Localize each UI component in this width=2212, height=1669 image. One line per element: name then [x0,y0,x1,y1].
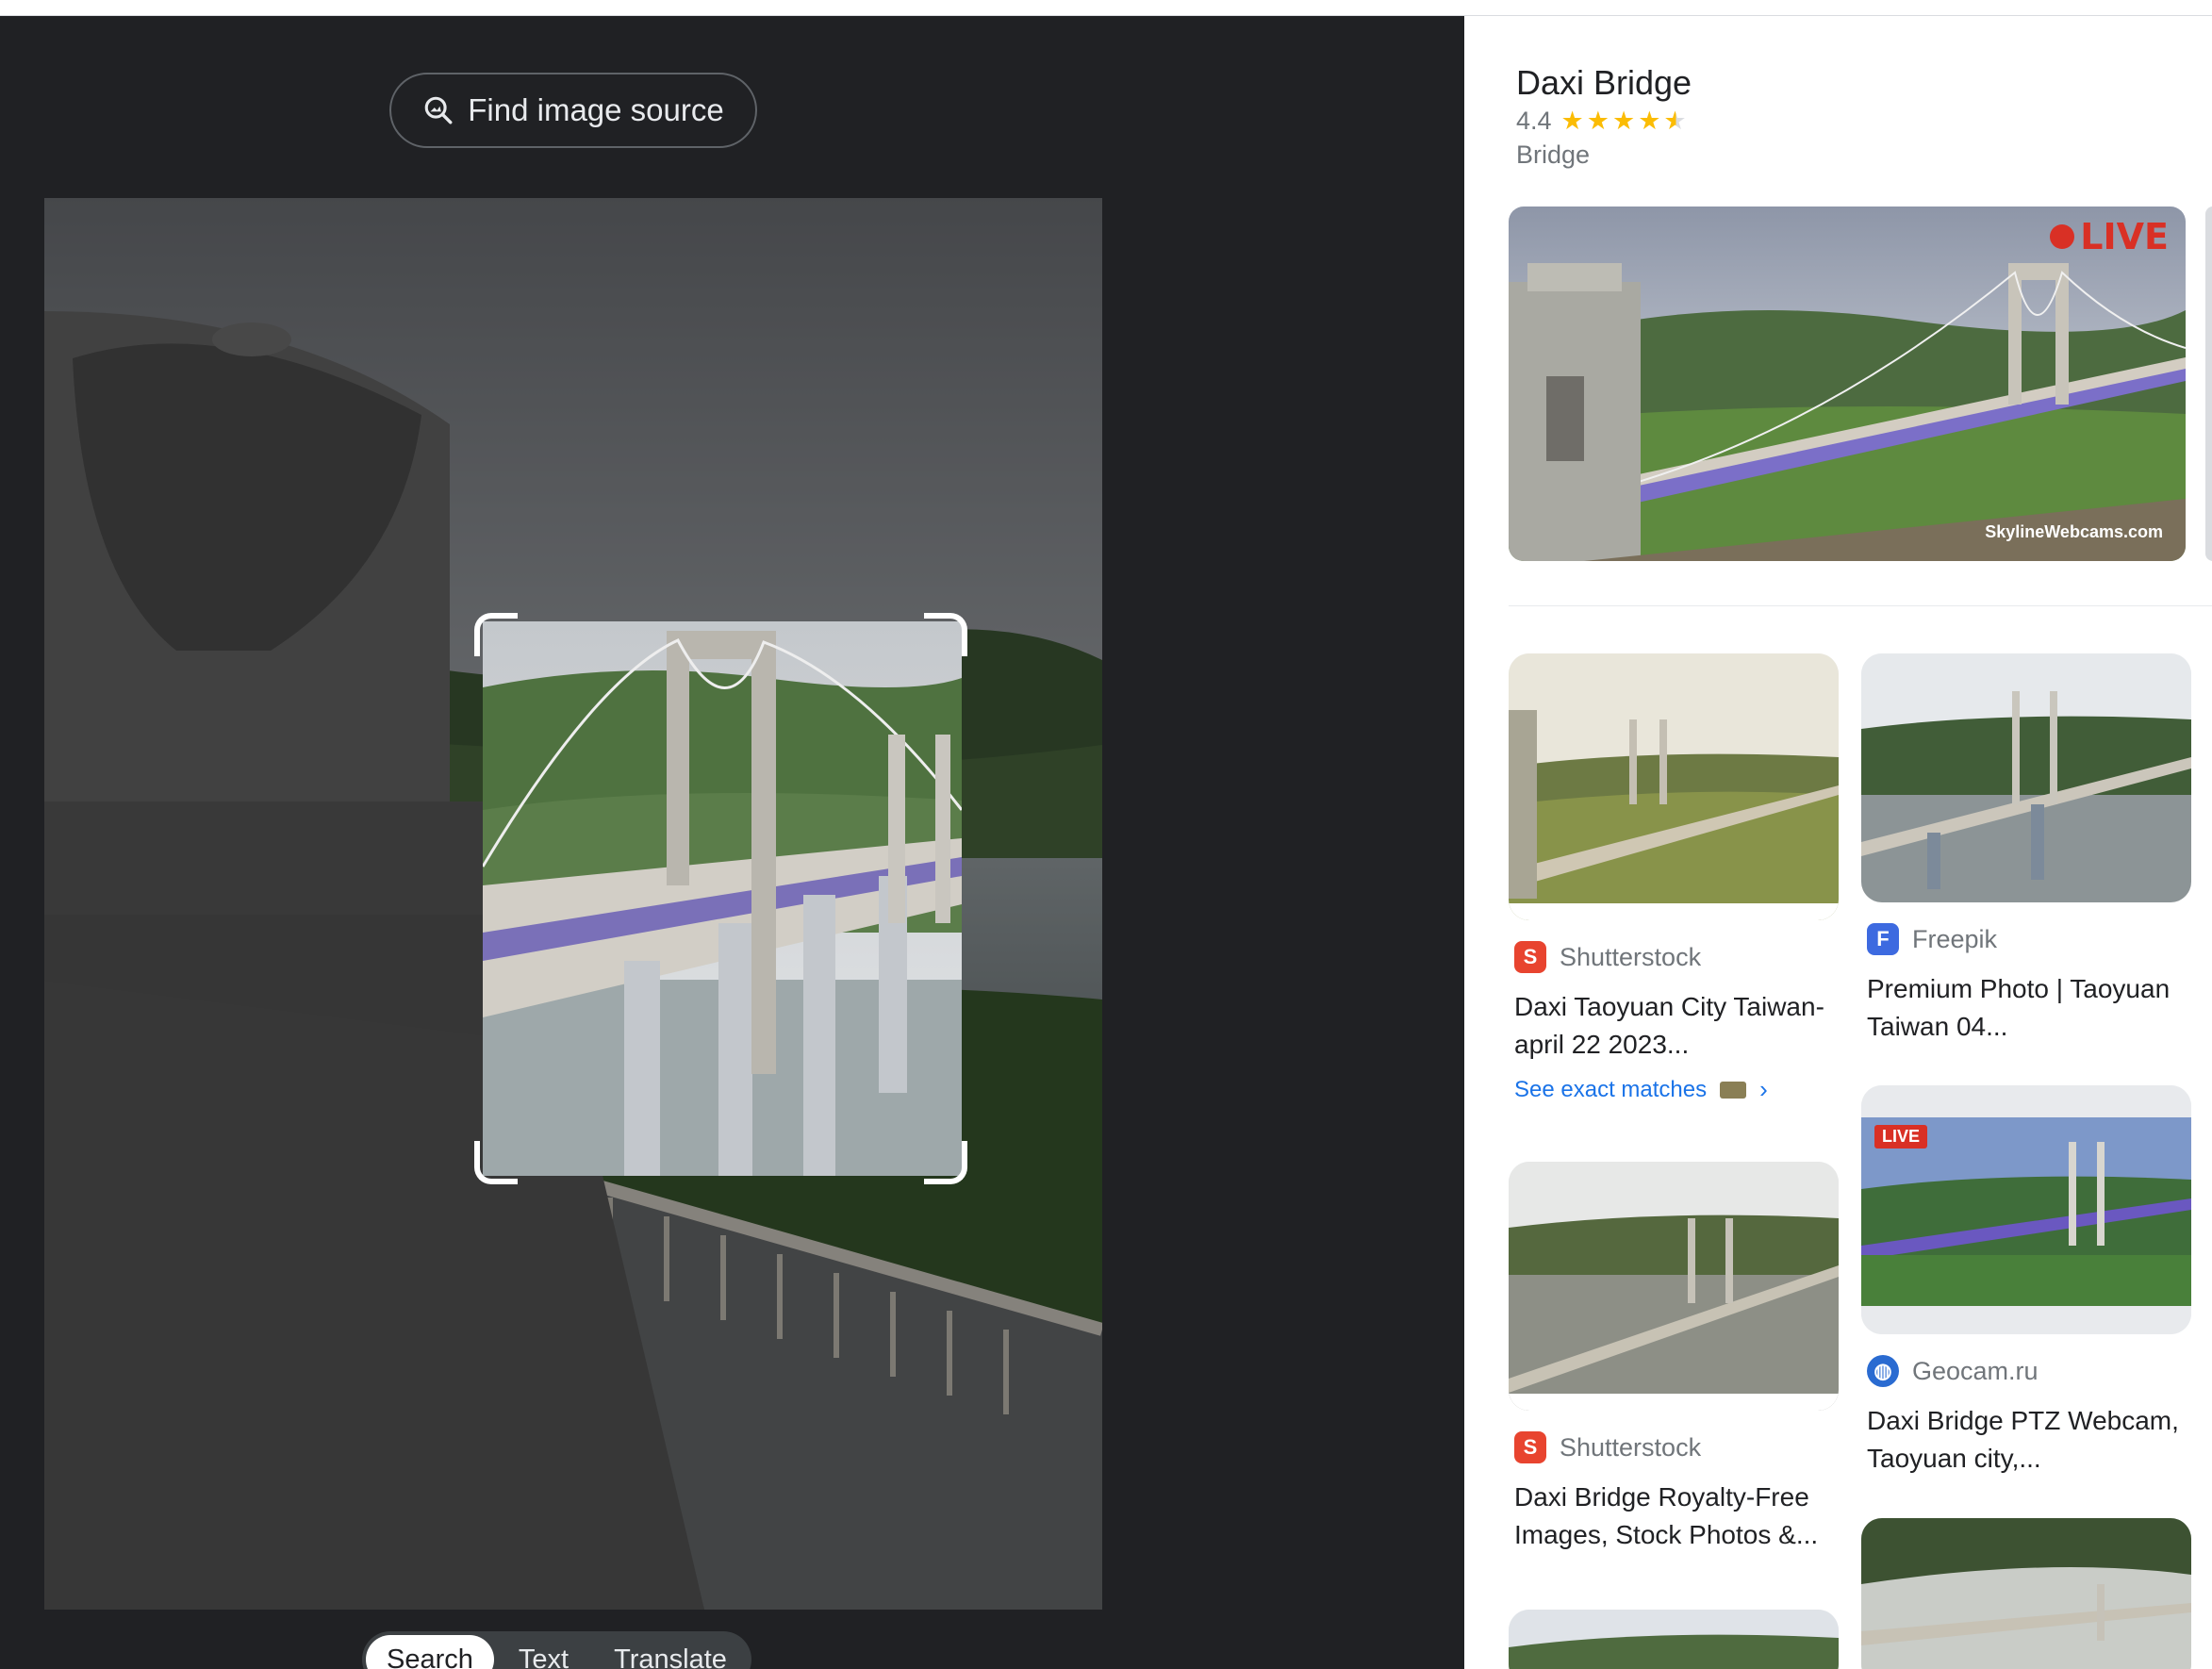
shutterstock-favicon: S [1514,1431,1546,1463]
result-thumbnail[interactable] [1509,1610,1839,1669]
freepik-favicon: F [1867,923,1899,955]
result-thumbnail[interactable] [1509,1162,1839,1411]
carousel-next-peek[interactable] [2205,207,2212,561]
rating-value: 4.4 [1516,107,1552,135]
rating-row: 4.4 ★ ★ ★ ★ ★ [1516,107,1687,136]
crop-handle-top-left[interactable] [474,613,518,656]
result-title[interactable]: Daxi Taoyuan City Taiwan-april 22 2023..… [1509,988,1839,1064]
source-name: Shutterstock [1560,1432,1702,1462]
hero-webcam-image[interactable]: LIVE SkylineWebcams.com [1509,207,2186,561]
star-icon: ★ [1560,107,1584,135]
result-title[interactable]: Daxi Bridge Royalty-Free Images, Stock P… [1509,1479,1839,1554]
live-dot-icon [2050,224,2075,249]
tab-translate[interactable]: Translate [593,1635,748,1669]
result-source[interactable]: F Freepik [1861,923,2191,955]
result-card[interactable]: S Shutterstock Daxi Taoyuan City Taiwan-… [1509,653,1839,1104]
result-source[interactable]: S Shutterstock [1509,1431,1839,1463]
live-label: LIVE [2080,216,2169,257]
result-thumbnail[interactable] [1861,1518,2191,1669]
see-exact-matches-label: See exact matches [1514,1076,1708,1102]
live-badge: LIVE [1874,1125,1928,1148]
image-viewer: Find image source Search Text Translate [0,16,1464,1669]
star-icon: ★ [1586,107,1609,135]
crop-handle-bottom-right[interactable] [924,1141,967,1184]
top-bar [0,0,2212,16]
mode-tabs: Search Text Translate [362,1631,751,1669]
tab-text[interactable]: Text [498,1635,589,1669]
globe-icon: ◍ [1867,1355,1899,1387]
results-panel: Daxi Bridge 4.4 ★ ★ ★ ★ ★ Bridge LIVE Sk… [1464,16,2212,1669]
image-search-icon [424,96,453,124]
place-title[interactable]: Daxi Bridge [1516,63,1692,103]
result-title[interactable]: Premium Photo | Taoyuan Taiwan 04... [1861,970,2191,1046]
result-thumbnail[interactable] [1861,653,2191,902]
crop-handle-top-right[interactable] [924,613,967,656]
star-rating: ★ ★ ★ ★ ★ [1561,108,1687,134]
source-name: Geocam.ru [1912,1356,2039,1385]
exact-match-thumbnail [1720,1081,1747,1099]
divider [1509,605,2212,606]
tab-search[interactable]: Search [366,1635,494,1669]
star-icon: ★ [1638,107,1661,135]
selection-crop[interactable] [483,621,962,1176]
star-icon: ★ [1611,107,1636,135]
result-card[interactable]: LIVE ◍ Geocam.ru Daxi Bridge PTZ Webcam,… [1861,1085,2191,1478]
find-image-source-button[interactable]: Find image source [389,73,757,148]
live-badge: LIVE [2050,216,2169,257]
result-card[interactable]: S Shutterstock Daxi Bridge Royalty-Free … [1509,1162,1839,1554]
source-name: Shutterstock [1560,942,1702,971]
crop-handle-bottom-left[interactable] [474,1141,518,1184]
find-image-source-label: Find image source [468,92,724,127]
result-source[interactable]: ◍ Geocam.ru [1861,1355,2191,1387]
result-title[interactable]: Daxi Bridge PTZ Webcam, Taoyuan city,... [1861,1402,2191,1478]
result-card[interactable]: F Freepik Premium Photo | Taoyuan Taiwan… [1861,653,2191,1046]
result-thumbnail[interactable] [1509,653,1839,920]
shutterstock-favicon: S [1514,941,1546,973]
place-type: Bridge [1516,140,1591,169]
half-star-icon: ★ [1663,107,1687,135]
source-name: Freepik [1912,924,1998,953]
chevron-right-icon: › [1759,1075,1768,1103]
result-source[interactable]: S Shutterstock [1509,941,1839,973]
hero-watermark: SkylineWebcams.com [1985,522,2163,541]
result-thumbnail[interactable]: LIVE [1861,1085,2191,1334]
see-exact-matches-link[interactable]: See exact matches › [1509,1075,1839,1104]
